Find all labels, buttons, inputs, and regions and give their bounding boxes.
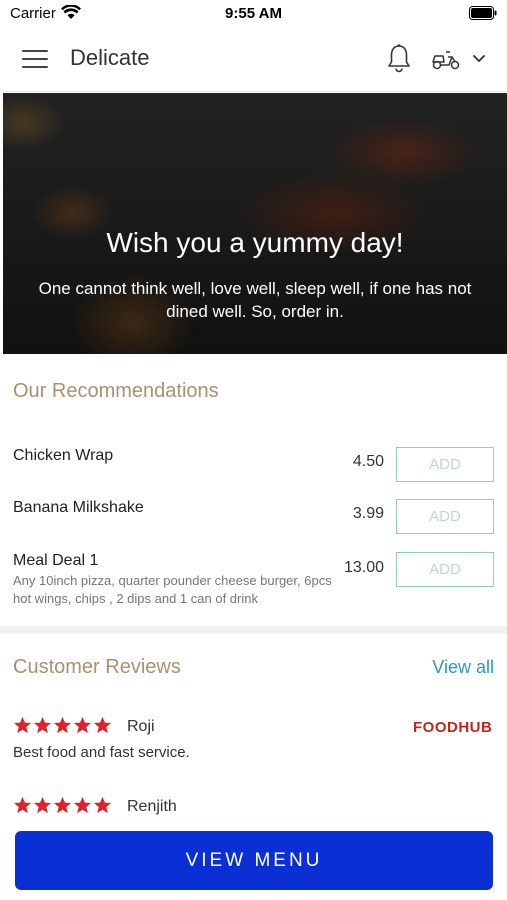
add-button[interactable]: ADD bbox=[396, 552, 494, 587]
star-icon bbox=[93, 796, 112, 814]
item-price: 3.99 bbox=[352, 505, 384, 522]
bell-icon[interactable] bbox=[386, 43, 412, 73]
foodhub-logo: FOODHUB bbox=[413, 719, 493, 736]
star-icon bbox=[33, 716, 52, 734]
star-icon bbox=[13, 796, 32, 814]
hero-subtitle: One cannot think well, love well, sleep … bbox=[38, 279, 472, 321]
item-name: Chicken Wrap bbox=[13, 447, 114, 464]
star-icon bbox=[93, 716, 112, 734]
star-icon bbox=[73, 796, 92, 814]
restaurant-title: Delicate bbox=[70, 45, 150, 70]
star-icon bbox=[53, 716, 72, 734]
star-icon bbox=[33, 796, 52, 814]
item-description: Any 10inch pizza, quarter pounder cheese… bbox=[13, 573, 332, 606]
app-header: Delicate bbox=[0, 28, 507, 92]
hero-title: Wish you a yummy day! bbox=[106, 227, 404, 258]
add-button[interactable]: ADD bbox=[396, 499, 494, 534]
status-bar: Carrier 9:55 AM bbox=[0, 0, 507, 28]
chevron-down-icon[interactable] bbox=[472, 54, 486, 64]
hero-banner: Wish you a yummy day! One cannot think w… bbox=[3, 93, 507, 354]
star-rating bbox=[13, 716, 112, 738]
item-name: Banana Milkshake bbox=[13, 499, 144, 516]
star-icon bbox=[53, 796, 72, 814]
reviewer-name: Roji bbox=[127, 718, 155, 735]
view-menu-button[interactable]: VIEW MENU bbox=[15, 831, 493, 890]
recommendations-title: Our Recommendations bbox=[13, 380, 219, 402]
clock-time: 9:55 AM bbox=[225, 5, 282, 22]
star-icon bbox=[13, 716, 32, 734]
hamburger-menu-icon[interactable] bbox=[22, 50, 48, 70]
item-name: Meal Deal 1 bbox=[13, 552, 99, 569]
delivery-scooter-icon[interactable] bbox=[431, 48, 461, 70]
battery-icon bbox=[469, 6, 497, 20]
star-icon bbox=[73, 716, 92, 734]
reviews-title: Customer Reviews bbox=[13, 656, 181, 678]
section-divider bbox=[0, 626, 507, 634]
item-price: 13.00 bbox=[343, 559, 384, 576]
reviewer-name: Renjith bbox=[127, 798, 177, 815]
review-text: Best food and fast service. bbox=[13, 744, 190, 761]
star-rating bbox=[13, 796, 112, 818]
item-price: 4.50 bbox=[352, 453, 384, 470]
view-all-reviews-link[interactable]: View all bbox=[432, 657, 494, 678]
add-button[interactable]: ADD bbox=[396, 447, 494, 482]
